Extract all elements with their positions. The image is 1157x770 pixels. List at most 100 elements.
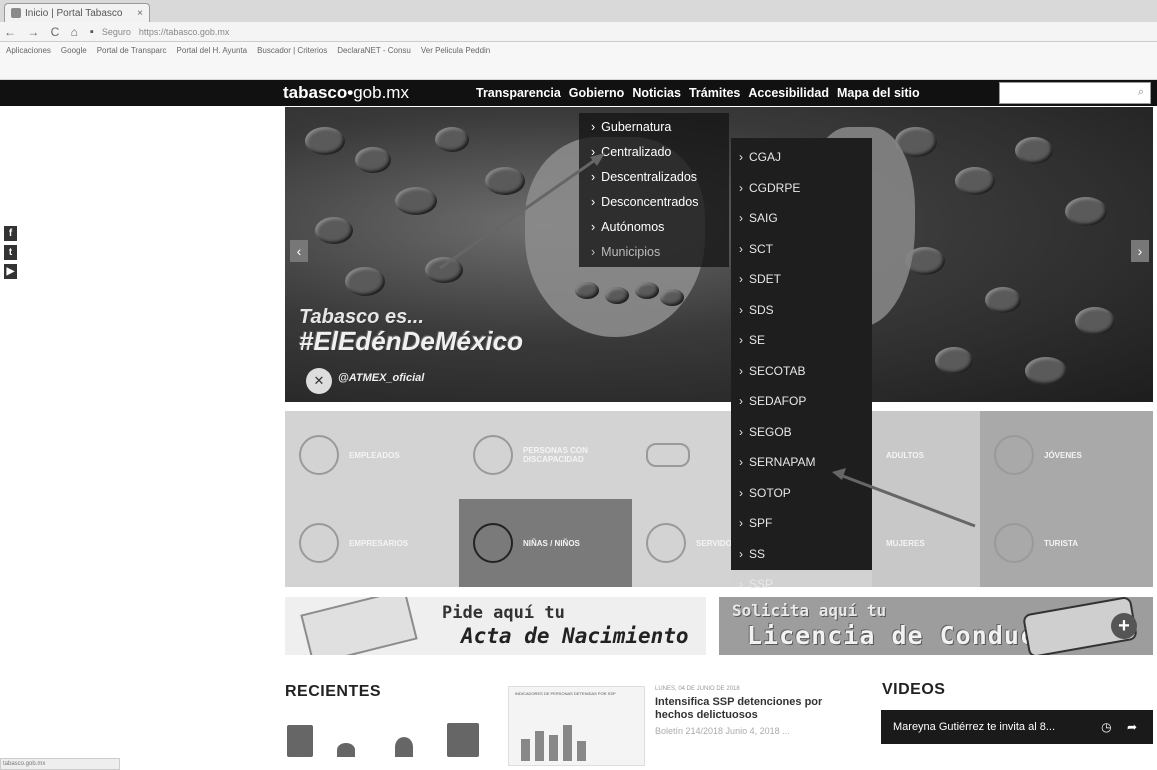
- thumbnail[interactable]: [447, 723, 479, 757]
- url-field[interactable]: https://tabasco.gob.mx: [139, 27, 230, 37]
- menu-item-label: Municipios: [601, 245, 661, 259]
- infographic-thumbnail[interactable]: INDICADORES DE PERSONAS DETENIDAS POR SS…: [508, 686, 645, 766]
- submenu-item-se[interactable]: › SE: [731, 325, 872, 356]
- youtube-icon[interactable]: ▶: [4, 264, 17, 279]
- tile-ninos[interactable]: NIÑAS / NIÑOS: [459, 499, 632, 587]
- tile-servidores[interactable]: SERVIDORES: [632, 499, 748, 587]
- close-tab-icon[interactable]: ×: [137, 8, 143, 19]
- news-meta: Boletín 214/2018 Junio 4, 2018 ...: [655, 726, 790, 736]
- tab-title: Inicio | Portal Tabasco: [25, 7, 123, 19]
- menu-item-municipios[interactable]: › Municipios: [579, 240, 729, 265]
- caret-icon: ›: [739, 302, 743, 317]
- submenu-item-label: CGAJ: [749, 150, 782, 164]
- worker-icon: [646, 523, 686, 563]
- submenu-item-ss[interactable]: › SS: [731, 539, 872, 570]
- recientes-thumbnails[interactable]: [287, 713, 502, 757]
- video-controls-icon[interactable]: ◷ ➦: [1101, 710, 1143, 744]
- glasses-icon: [646, 443, 690, 467]
- browser-nav-buttons[interactable]: ← → C ⌂: [4, 25, 82, 39]
- caret-icon: ›: [739, 424, 743, 439]
- submenu-item-sdet[interactable]: › SDET: [731, 264, 872, 295]
- news-headline[interactable]: Intensifica SSP detenciones por hechos d…: [655, 696, 855, 722]
- tile-label: JÓVENES: [1044, 450, 1082, 460]
- site-logo[interactable]: tabasco•gob.mx: [283, 81, 409, 105]
- submenu-item-ssp[interactable]: › SSP: [731, 569, 872, 600]
- hero-hashtag: #ElEdénDeMéxico: [299, 326, 523, 356]
- tile-empresarios[interactable]: EMPRESARIOS: [285, 499, 459, 587]
- twitter-icon[interactable]: t: [4, 245, 17, 260]
- submenu-item-sct[interactable]: › SCT: [731, 234, 872, 265]
- caret-icon: ›: [591, 195, 596, 209]
- submenu-item-sds[interactable]: › SDS: [731, 295, 872, 326]
- bookmark-item[interactable]: DeclaraNET - Consu: [337, 46, 411, 55]
- nav-accesibilidad[interactable]: Accesibilidad: [744, 81, 833, 105]
- caret-icon: ›: [739, 211, 743, 225]
- tile-jovenes[interactable]: JÓVENES: [980, 411, 1153, 499]
- submenu-item-sernapam[interactable]: › SERNAPAM: [731, 447, 872, 478]
- menu-item-centralizado[interactable]: › Centralizado: [579, 140, 729, 165]
- submenu-item-segob[interactable]: › SEGOB: [731, 417, 872, 448]
- caret-icon: ›: [739, 363, 743, 378]
- licencia-line1: Solicita aquí tu: [732, 601, 887, 620]
- nav-tramites[interactable]: Trámites: [685, 81, 744, 105]
- licencia-conducir-banner[interactable]: Solicita aquí tu Licencia de Conducir +: [719, 597, 1153, 655]
- tile-empleados[interactable]: EMPLEADOS: [285, 411, 459, 499]
- wheelchair-icon: [473, 435, 513, 475]
- thumbnail[interactable]: [337, 743, 355, 757]
- menu-item-desconcentrados[interactable]: › Desconcentrados: [579, 190, 729, 215]
- menu-item-autonomos[interactable]: › Autónomos: [579, 215, 729, 240]
- facebook-icon[interactable]: f: [4, 226, 17, 241]
- bookmark-item[interactable]: Portal de Transparc: [97, 46, 167, 55]
- carousel-next-button[interactable]: ›: [1131, 240, 1149, 262]
- menu-item-gubernatura[interactable]: › Gubernatura: [579, 115, 729, 140]
- submenu-item-sotop[interactable]: › SOTOP: [731, 478, 872, 509]
- carousel-prev-button[interactable]: ‹: [290, 240, 308, 262]
- nav-gobierno[interactable]: Gobierno: [565, 81, 629, 105]
- caret-icon: ›: [739, 180, 743, 195]
- submenu-item-cgaj[interactable]: › CGAJ: [731, 142, 872, 173]
- bookmark-item[interactable]: Ver Pelicula Peddin: [421, 46, 490, 55]
- acta-nacimiento-banner[interactable]: Pide aquí tu Acta de Nacimiento: [285, 597, 706, 655]
- submenu-item-saig[interactable]: › SAIG: [731, 203, 872, 234]
- caret-icon: ›: [739, 272, 743, 286]
- submenu-item-spf[interactable]: › SPF: [731, 508, 872, 539]
- thumbnail[interactable]: [287, 725, 313, 757]
- submenu-item-secotab[interactable]: › SECOTAB: [731, 356, 872, 387]
- gobierno-dropdown: › Gubernatura › Centralizado › Descentraliz…: [579, 113, 729, 267]
- browser-tab[interactable]: Inicio | Portal Tabasco ×: [4, 3, 150, 22]
- caret-icon: ›: [591, 120, 596, 134]
- infographic-title: INDICADORES DE PERSONAS DETENIDAS POR SS…: [515, 691, 616, 696]
- menu-item-descentralizados[interactable]: › Descentralizados: [579, 165, 729, 190]
- tile-adultos[interactable]: ADULTOS: [872, 411, 980, 499]
- infographic-bar: [549, 735, 558, 761]
- caret-icon: ›: [591, 170, 596, 184]
- nav-transparencia[interactable]: Transparencia: [472, 81, 565, 105]
- bookmark-item[interactable]: Aplicaciones: [6, 46, 51, 55]
- lock-icon: ▪: [89, 25, 94, 38]
- nav-mapa-del-sitio[interactable]: Mapa del sitio: [833, 81, 924, 105]
- tile-glasses[interactable]: [632, 411, 732, 499]
- bookmark-item[interactable]: Google: [61, 46, 87, 55]
- nav-noticias[interactable]: Noticias: [628, 81, 685, 105]
- submenu-item-sedafop[interactable]: › SEDAFOP: [731, 386, 872, 417]
- bookmark-item[interactable]: Portal del H. Ayunta: [177, 46, 248, 55]
- search-icon[interactable]: ⌕: [1138, 86, 1144, 99]
- menu-item-label: Centralizado: [601, 145, 672, 159]
- tile-mujeres[interactable]: MUJERES: [872, 499, 980, 587]
- tile-label: NIÑAS / NIÑOS: [523, 538, 580, 548]
- thumbnail[interactable]: [395, 737, 413, 757]
- caret-icon: ›: [739, 394, 743, 408]
- recientes-heading: RECIENTES: [285, 683, 382, 700]
- bookmark-item[interactable]: Buscador | Criterios: [257, 46, 327, 55]
- submenu-item-cgdrpe[interactable]: › CGDRPE: [731, 173, 872, 204]
- acta-line1: Pide aquí tu: [442, 603, 565, 623]
- menu-item-label: Gubernatura: [601, 120, 672, 134]
- videos-heading: VIDEOS: [882, 681, 946, 698]
- headphones-icon: [994, 435, 1034, 475]
- video-player-bar[interactable]: Mareyna Gutiérrez te invita al 8... ◷ ➦: [881, 710, 1153, 744]
- search-input[interactable]: ⌕: [999, 82, 1151, 104]
- tile-discapacidad[interactable]: PERSONAS CON DISCAPACIDAD: [459, 411, 632, 499]
- menu-item-label: Descentralizados: [601, 170, 698, 184]
- tile-turista[interactable]: TURISTA: [980, 499, 1153, 587]
- caret-icon: ›: [739, 577, 743, 591]
